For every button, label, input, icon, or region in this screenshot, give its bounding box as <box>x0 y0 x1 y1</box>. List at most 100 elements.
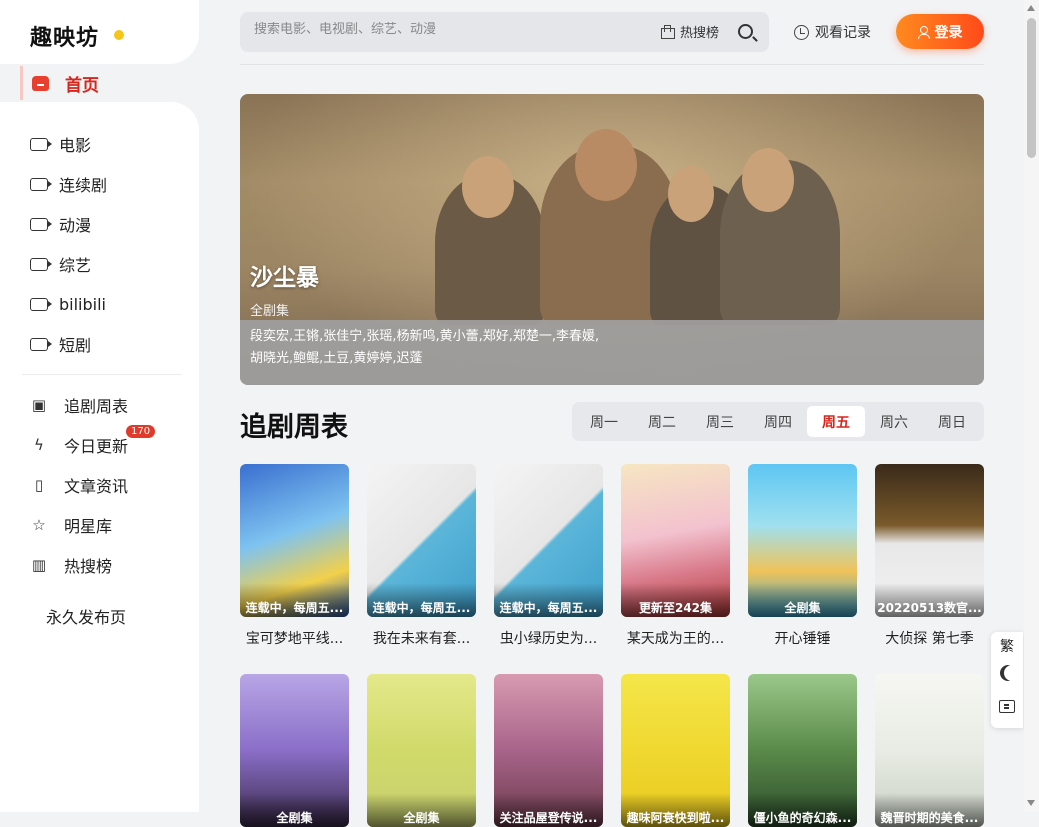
poster-status: 魏晋时期的美食... <box>875 793 984 827</box>
book-icon: ▯ <box>34 476 44 494</box>
card-title: 某天成为王的... <box>626 631 725 647</box>
sidebar-item-variety[interactable]: 综艺 <box>30 253 91 275</box>
user-icon <box>917 25 930 39</box>
scroll-up-arrow-icon[interactable] <box>1027 5 1035 11</box>
tab-monday[interactable]: 周一 <box>575 406 633 437</box>
video-card[interactable]: 连载中，每周五... 虫小绿历史为... <box>494 464 603 648</box>
sidebar-item-anime[interactable]: 动漫 <box>30 213 91 235</box>
video-card[interactable]: 关注品屋登传说... <box>494 674 603 827</box>
weekday-tabs: 周一 周二 周三 周四 周五 周六 周日 <box>572 402 984 441</box>
logo[interactable]: 趣映坊 <box>30 20 99 52</box>
card-title: 我在未来有套... <box>372 631 471 647</box>
video-card[interactable]: 20220513数官... 大侦探 第七季 <box>875 464 984 648</box>
search-input[interactable] <box>254 22 614 37</box>
chart-icon: ▥ <box>31 556 47 574</box>
sidebar-item-permanent-page[interactable]: 永久发布页 <box>46 604 126 628</box>
sidebar-item-series[interactable]: 连续剧 <box>30 173 107 195</box>
search-icon[interactable] <box>738 24 753 39</box>
feedback-icon[interactable] <box>999 700 1015 713</box>
video-card[interactable]: 更新至242集 某天成为王的... <box>621 464 730 648</box>
sidebar-item-bilibili[interactable]: bilibili <box>30 293 106 315</box>
hero-banner[interactable]: 沙尘暴 全剧集 段奕宏,王锵,张佳宁,张瑶,杨新鸣,黄小蕾,郑好,郑楚一,李春媛… <box>240 94 984 385</box>
sidebar-item-label: 首页 <box>65 75 99 96</box>
poster-status: 趣味阿衰快到啦... <box>621 793 730 827</box>
sidebar-item-label: 明星库 <box>64 517 113 536</box>
poster-image: 魏晋时期的美食... <box>875 674 984 827</box>
sidebar-item-label: 短剧 <box>59 336 92 355</box>
sidebar-item-label: 综艺 <box>59 256 92 275</box>
poster-image: 连载中，每周五... <box>367 464 476 617</box>
clock-icon <box>794 24 809 40</box>
banner-figure <box>462 156 514 218</box>
video-card[interactable]: 连载中，每周五... 我在未来有套... <box>367 464 476 648</box>
moon-icon[interactable] <box>1004 665 1020 681</box>
sidebar-item-hot[interactable]: ▥ 热搜榜 <box>30 554 112 576</box>
poster-image: 全剧集 <box>748 464 857 617</box>
card-title: 虫小绿历史为... <box>499 631 598 647</box>
sidebar-item-label: 电影 <box>59 136 92 155</box>
traditional-chinese-toggle[interactable]: 繁 <box>1000 636 1014 656</box>
history-button[interactable]: 观看记录 <box>794 22 871 42</box>
video-card[interactable]: 全剧集 开心锤锤 <box>748 464 857 648</box>
section-title: 追剧周表 <box>240 412 348 443</box>
poster-status: 20220513数官... <box>875 583 984 617</box>
poster-image: 全剧集 <box>240 674 349 827</box>
sidebar-item-label: 动漫 <box>59 216 92 235</box>
sidebar-item-label: bilibili <box>59 294 106 314</box>
poster-status: 更新至242集 <box>621 583 730 617</box>
header-divider <box>240 64 984 65</box>
sidebar-item-today-update[interactable]: ϟ 今日更新 170 <box>30 425 156 456</box>
tab-sunday[interactable]: 周日 <box>923 406 981 437</box>
sidebar-item-movie[interactable]: 电影 <box>30 133 91 155</box>
scroll-down-arrow-icon[interactable] <box>1027 800 1035 806</box>
calendar-icon: ▣ <box>31 396 47 414</box>
banner-subtitle: 全剧集 <box>250 304 290 319</box>
tab-thursday[interactable]: 周四 <box>749 406 807 437</box>
poster-image: 趣味阿衰快到啦... <box>621 674 730 827</box>
video-card[interactable]: 全剧集 <box>240 674 349 827</box>
history-label: 观看记录 <box>815 25 871 41</box>
hot-search-button[interactable]: 热搜榜 <box>660 22 719 41</box>
poster-status: 全剧集 <box>748 583 857 617</box>
video-icon <box>30 297 52 311</box>
video-card[interactable]: 全剧集 <box>367 674 476 827</box>
video-icon <box>30 177 52 191</box>
video-card[interactable]: 僵小鱼的奇幻森... <box>748 674 857 827</box>
sidebar-divider <box>22 374 182 375</box>
floating-toolbar: 繁 <box>991 632 1023 728</box>
sidebar-item-home[interactable]: 首页 <box>20 64 99 102</box>
poster-image: 连载中，每周五... <box>240 464 349 617</box>
poster-image: 僵小鱼的奇幻森... <box>748 674 857 827</box>
sidebar-item-stars[interactable]: ☆ 明星库 <box>30 514 112 536</box>
sidebar-item-schedule[interactable]: ▣ 追剧周表 <box>30 394 128 416</box>
video-icon <box>30 137 52 151</box>
banner-title: 沙尘暴 <box>250 265 319 291</box>
card-title: 宝可梦地平线... <box>245 631 344 647</box>
video-card[interactable]: 魏晋时期的美食... <box>875 674 984 827</box>
video-card[interactable]: 连载中，每周五... 宝可梦地平线... <box>240 464 349 648</box>
hot-search-label: 热搜榜 <box>680 26 720 41</box>
tab-wednesday[interactable]: 周三 <box>691 406 749 437</box>
sidebar-item-label: 今日更新 <box>64 437 129 456</box>
chart-icon <box>660 24 675 39</box>
scrollbar-thumb[interactable] <box>1027 18 1036 158</box>
poster-status: 全剧集 <box>367 793 476 827</box>
video-icon <box>30 217 52 231</box>
sidebar-item-label: 文章资讯 <box>64 477 129 496</box>
login-button[interactable]: 登录 <box>896 14 984 49</box>
video-icon <box>30 337 52 351</box>
tv-icon <box>32 75 49 91</box>
sidebar-item-articles[interactable]: ▯ 文章资讯 <box>30 474 128 496</box>
login-label: 登录 <box>934 24 963 41</box>
tab-saturday[interactable]: 周六 <box>865 406 923 437</box>
tab-friday[interactable]: 周五 <box>807 406 865 437</box>
poster-status: 连载中，每周五... <box>494 583 603 617</box>
tab-tuesday[interactable]: 周二 <box>633 406 691 437</box>
banner-figure <box>742 148 794 212</box>
poster-status: 连载中，每周五... <box>367 583 476 617</box>
poster-status: 全剧集 <box>240 793 349 827</box>
sidebar-item-short[interactable]: 短剧 <box>30 333 91 355</box>
logo-card: 趣映坊 <box>0 0 199 64</box>
poster-image: 关注品屋登传说... <box>494 674 603 827</box>
video-card[interactable]: 趣味阿衰快到啦... <box>621 674 730 827</box>
